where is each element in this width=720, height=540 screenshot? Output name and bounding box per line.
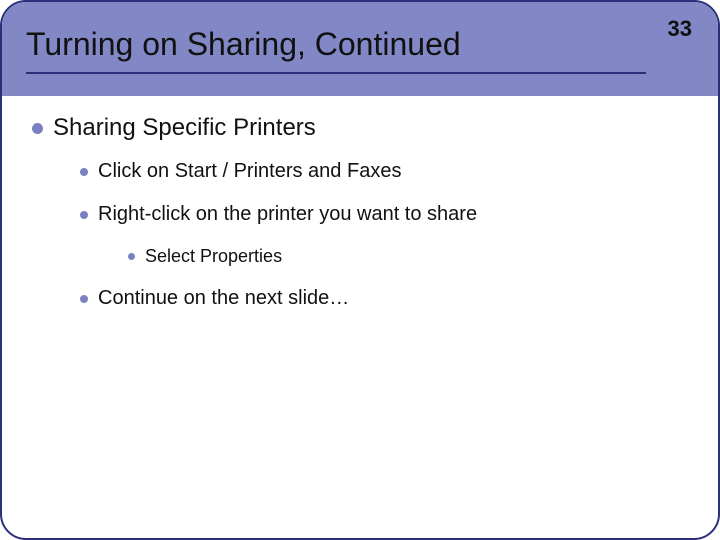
title-underline: [26, 72, 646, 74]
bullet-icon: [32, 123, 43, 134]
page-number: 33: [668, 16, 692, 42]
slide-title: Turning on Sharing, Continued: [26, 26, 461, 63]
bullet-icon: [80, 168, 88, 176]
bullet-icon: [80, 295, 88, 303]
bullet-text: Continue on the next slide…: [98, 287, 349, 310]
bullet-text: Click on Start / Printers and Faxes: [98, 160, 401, 183]
slide-content: Sharing Specific Printers Click on Start…: [32, 114, 678, 330]
bullet-text: Select Properties: [145, 246, 282, 267]
bullet-text: Right-click on the printer you want to s…: [98, 203, 477, 226]
bullet-icon: [128, 253, 135, 260]
bullet-level-2: Click on Start / Printers and Faxes: [80, 160, 678, 183]
bullet-icon: [80, 211, 88, 219]
bullet-level-3: Select Properties: [128, 246, 678, 267]
bullet-level-2: Continue on the next slide…: [80, 287, 678, 310]
bullet-text: Sharing Specific Printers: [53, 114, 316, 142]
slide-frame: 33 Turning on Sharing, Continued Sharing…: [0, 0, 720, 540]
bullet-level-2: Right-click on the printer you want to s…: [80, 203, 678, 226]
bullet-level-1: Sharing Specific Printers: [32, 114, 678, 142]
